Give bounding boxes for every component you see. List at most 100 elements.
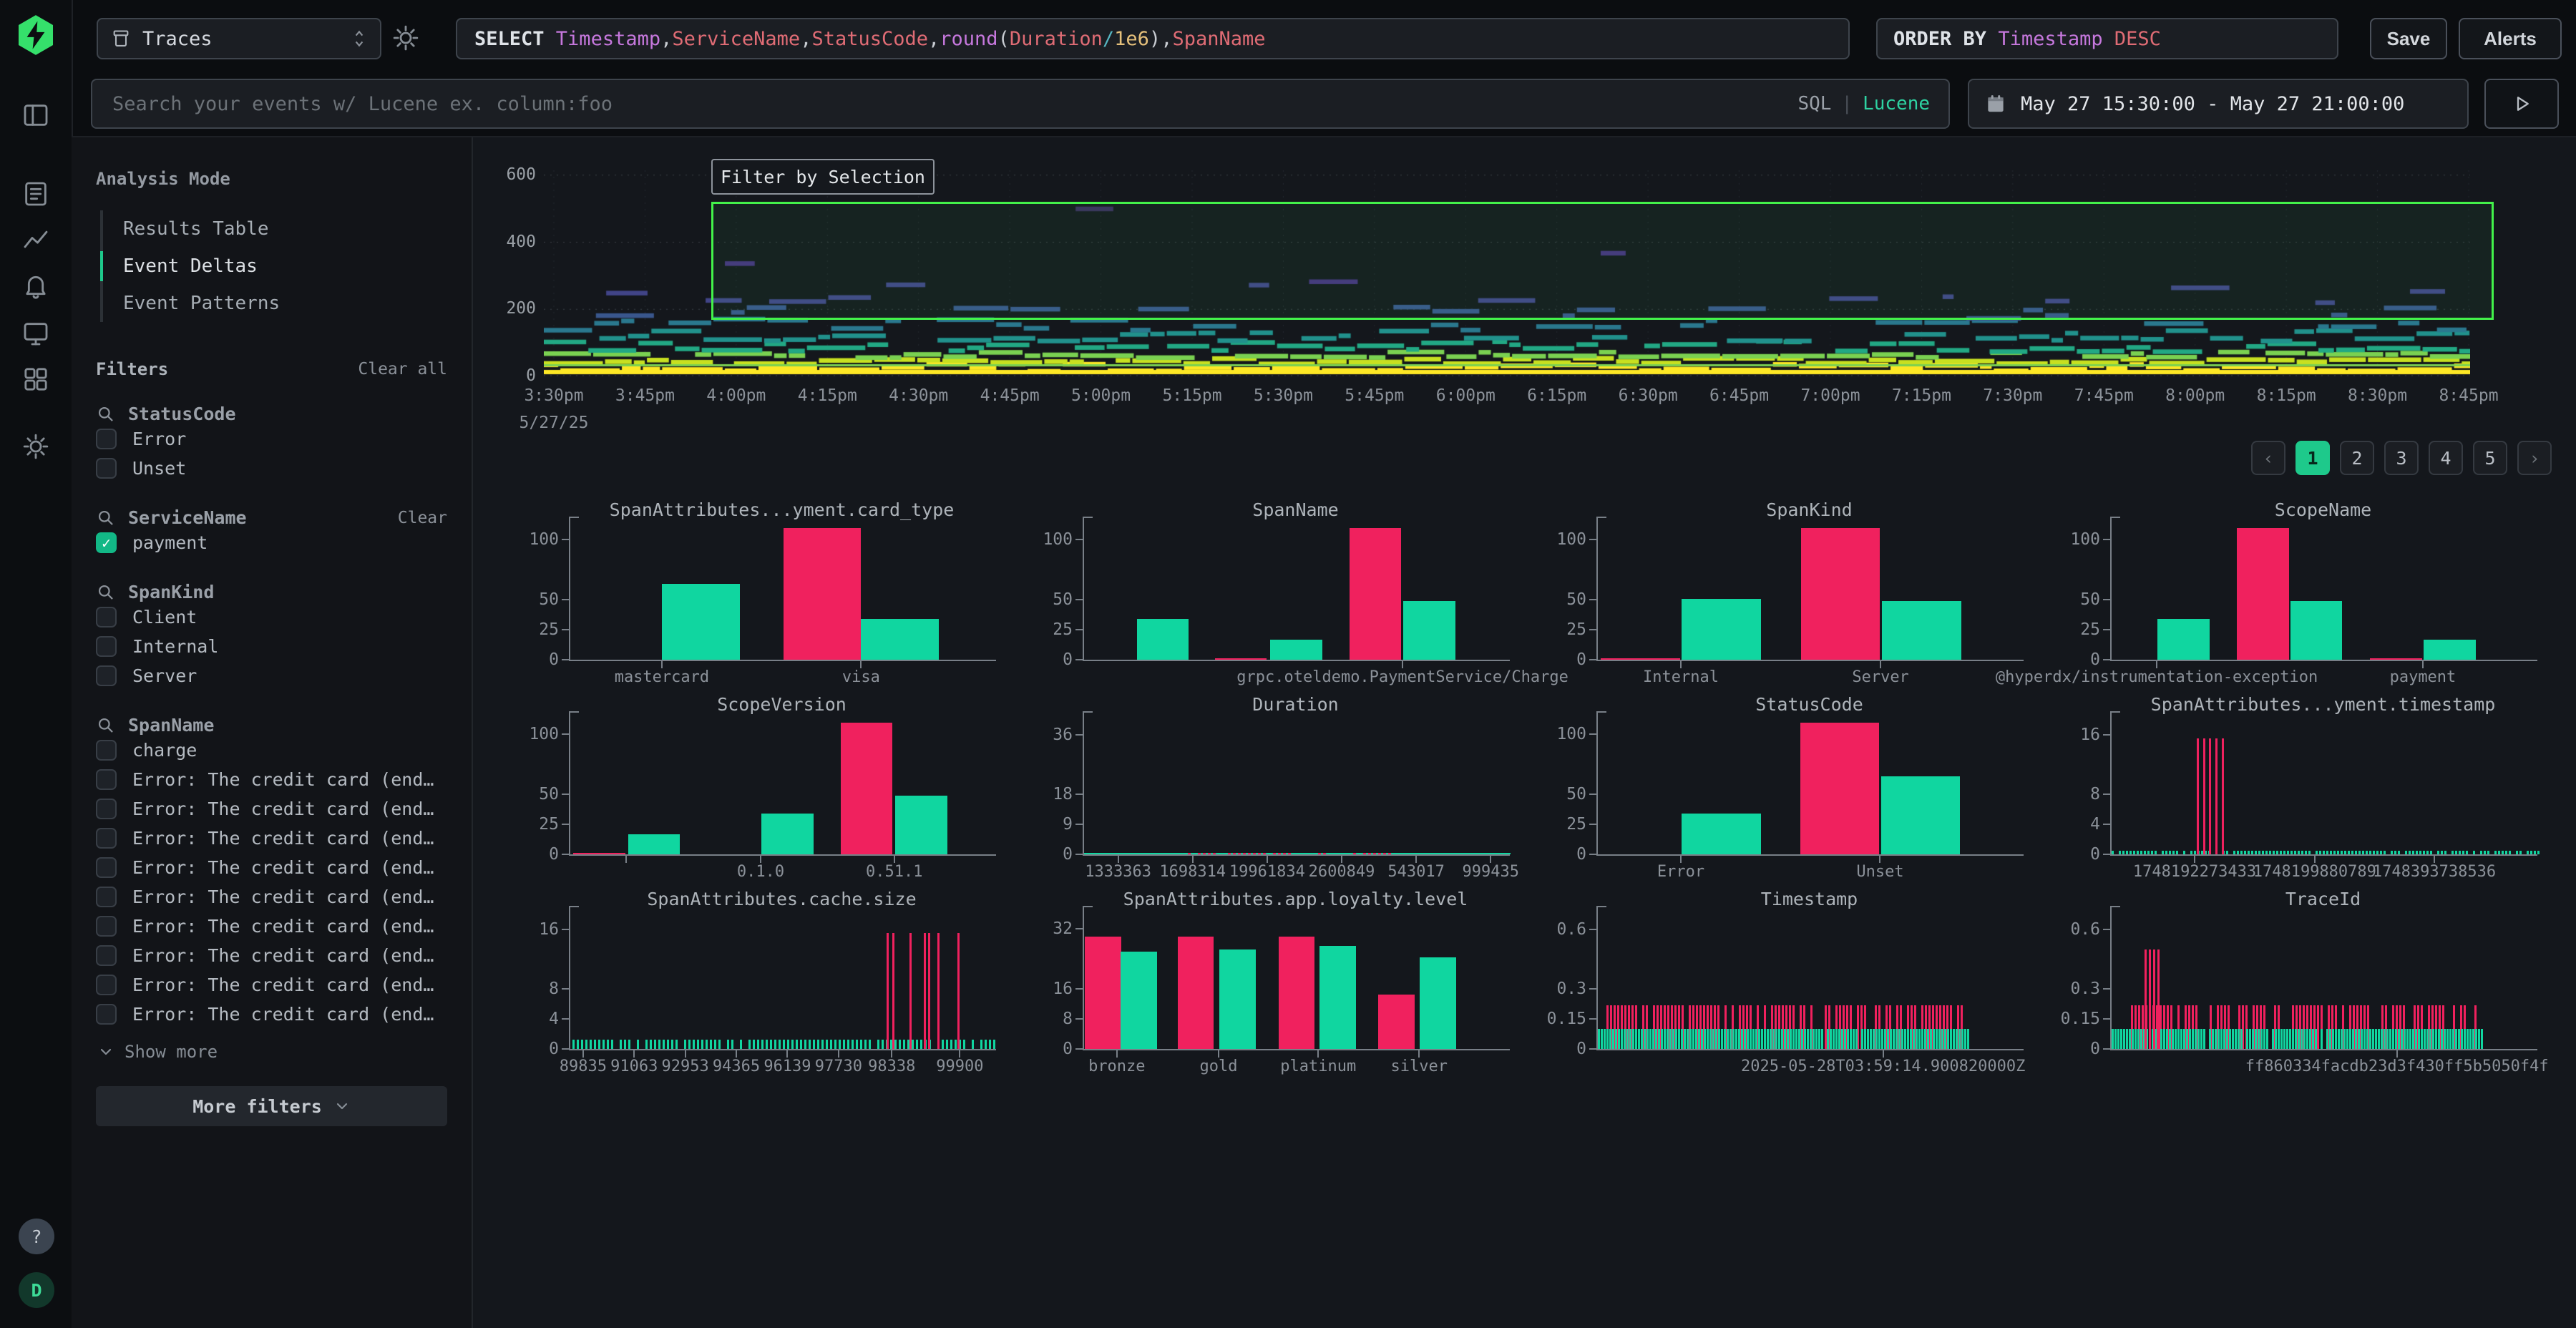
pagination-page-5[interactable]: 5 [2473, 441, 2507, 475]
help-button[interactable]: ? [19, 1219, 54, 1254]
comb-tick [2472, 1029, 2474, 1049]
comb-tick [1368, 853, 1371, 854]
pagination-page-3[interactable]: 3 [2384, 441, 2419, 475]
pagination-next-button[interactable]: › [2517, 441, 2552, 475]
pagination-page-1[interactable]: 1 [2296, 441, 2330, 475]
chart-plot[interactable]: 02550100InternalServer [1596, 527, 2024, 661]
filter-checkbox[interactable] [96, 769, 117, 790]
source-select[interactable]: Traces [97, 18, 381, 59]
heatmap-selection-box[interactable] [711, 202, 2494, 320]
save-button[interactable]: Save [2370, 18, 2447, 59]
filter-option[interactable]: Unset [72, 454, 472, 483]
comb-tick [1655, 1029, 1657, 1049]
chart-plot[interactable]: 02550100@hyperdx/instrumentation-excepti… [2110, 527, 2537, 661]
filter-option[interactable]: Error [72, 424, 472, 454]
clear-all-filters-link[interactable]: Clear all [358, 360, 447, 379]
more-filters-button[interactable]: More filters [96, 1086, 447, 1126]
filter-checkbox[interactable] [96, 828, 117, 849]
order-by-input[interactable]: ORDER BY Timestamp DESC [1876, 18, 2338, 59]
bell-icon[interactable] [21, 270, 51, 301]
filter-checkbox[interactable] [96, 429, 117, 449]
comb-tick [671, 1040, 673, 1049]
filter-option[interactable]: Error: The credit card (end… [72, 882, 472, 912]
x-tick-label: Unset [1856, 863, 1903, 881]
chart-plot[interactable]: 02550100ErrorUnset [1596, 721, 2024, 856]
analysis-mode-item-event-patterns[interactable]: Event Patterns [103, 285, 472, 322]
chart-plot[interactable]: 00.150.30.6ff860334facdb23d3f430ff5b5050… [2110, 916, 2537, 1050]
filter-option[interactable]: charge [72, 736, 472, 765]
filter-checkbox[interactable] [96, 1004, 117, 1025]
comb-tick [2290, 851, 2293, 854]
mode-sql-toggle[interactable]: SQL [1797, 93, 1831, 114]
comb-tick [1941, 1029, 1943, 1049]
search-icon[interactable] [96, 404, 115, 424]
apps-grid-icon[interactable] [21, 364, 51, 394]
line-chart-icon[interactable] [21, 225, 51, 255]
filter-option[interactable]: Error: The credit card (end… [72, 912, 472, 941]
chart-plot[interactable]: 025501000.1.00.51.1 [569, 721, 996, 856]
logs-icon[interactable] [21, 179, 51, 209]
search-icon[interactable] [96, 508, 115, 527]
chart-plot[interactable]: 02550100mastercardvisa [569, 527, 996, 661]
filter-option[interactable]: ✓payment [72, 528, 472, 557]
filter-checkbox[interactable]: ✓ [96, 532, 117, 553]
date-range-picker[interactable]: May 27 15:30:00 - May 27 21:00:00 [1968, 79, 2469, 129]
avatar[interactable]: D [19, 1272, 54, 1308]
filter-checkbox[interactable] [96, 887, 117, 907]
alerts-button[interactable]: Alerts [2459, 18, 2562, 59]
filter-option[interactable]: Client [72, 602, 472, 632]
search-icon[interactable] [96, 716, 115, 735]
comb-tick [2144, 851, 2146, 854]
source-settings-gear-icon[interactable] [391, 23, 421, 53]
comb-tick [774, 1040, 776, 1049]
chart-plot[interactable]: 081632bronzegoldplatinumsilver [1083, 916, 1510, 1050]
run-query-button[interactable] [2484, 79, 2559, 129]
filter-checkbox[interactable] [96, 857, 117, 878]
panel-left-icon[interactable] [21, 100, 51, 130]
filter-checkbox[interactable] [96, 458, 117, 479]
show-more-toggle[interactable]: Show more [97, 1042, 472, 1062]
filter-option[interactable]: Error: The credit card (end… [72, 970, 472, 1000]
comb-tick [2344, 851, 2346, 854]
filter-option[interactable]: Error: The credit card (end… [72, 824, 472, 853]
search-input[interactable] [111, 92, 1797, 116]
filter-option[interactable]: Error: The credit card (end… [72, 794, 472, 824]
chart-plot[interactable]: 00.150.30.62025-05-28T03:59:14.900820000… [1596, 916, 2024, 1050]
comb-tick [1890, 1029, 1892, 1049]
heatmap-date-label: 5/27/25 [519, 414, 589, 432]
filter-checkbox[interactable] [96, 607, 117, 628]
filter-checkbox[interactable] [96, 636, 117, 657]
filter-checkbox[interactable] [96, 975, 117, 995]
hyperdx-logo-icon[interactable] [14, 13, 58, 57]
comb-tick [1601, 1029, 1603, 1049]
pagination-page-4[interactable]: 4 [2429, 441, 2463, 475]
filter-by-selection-tooltip[interactable]: Filter by Selection [711, 159, 935, 195]
search-icon[interactable] [96, 582, 115, 602]
pagination-prev-button[interactable]: ‹ [2251, 441, 2285, 475]
filter-option[interactable]: Error: The credit card (end… [72, 853, 472, 882]
analysis-mode-item-results-table[interactable]: Results Table [103, 210, 472, 248]
y-tick-mark [2103, 929, 2110, 930]
filter-option[interactable]: Server [72, 661, 472, 690]
monitor-icon[interactable] [21, 318, 51, 348]
filter-option[interactable]: Internal [72, 632, 472, 661]
analysis-mode-item-event-deltas[interactable]: Event Deltas [103, 248, 472, 285]
filter-option[interactable]: Error: The credit card (end… [72, 1000, 472, 1029]
gear-icon[interactable] [21, 431, 51, 462]
chart-plot[interactable]: 02550100grpc.oteldemo.PaymentService/Cha… [1083, 527, 1510, 661]
filter-checkbox[interactable] [96, 945, 117, 966]
y-tick-mark [1075, 824, 1083, 825]
filter-checkbox[interactable] [96, 740, 117, 761]
chart-plot[interactable]: 0481617481922734331748199880789174839373… [2110, 721, 2537, 856]
filter-option[interactable]: Error: The credit card (end… [72, 765, 472, 794]
filter-checkbox[interactable] [96, 799, 117, 819]
chart-plot[interactable]: 0918361333363169831419961834260084954301… [1083, 721, 1510, 856]
filter-checkbox[interactable] [96, 916, 117, 937]
sql-select-input[interactable]: SELECT Timestamp,ServiceName,StatusCode,… [456, 18, 1850, 59]
filter-checkbox[interactable] [96, 665, 117, 686]
pagination-page-2[interactable]: 2 [2340, 441, 2374, 475]
mode-lucene-toggle[interactable]: Lucene [1863, 93, 1930, 114]
filter-option[interactable]: Error: The credit card (end… [72, 941, 472, 970]
filter-group-clear-link[interactable]: Clear [398, 509, 447, 527]
chart-plot[interactable]: 0481689835910639295394365961399773098338… [569, 916, 996, 1050]
